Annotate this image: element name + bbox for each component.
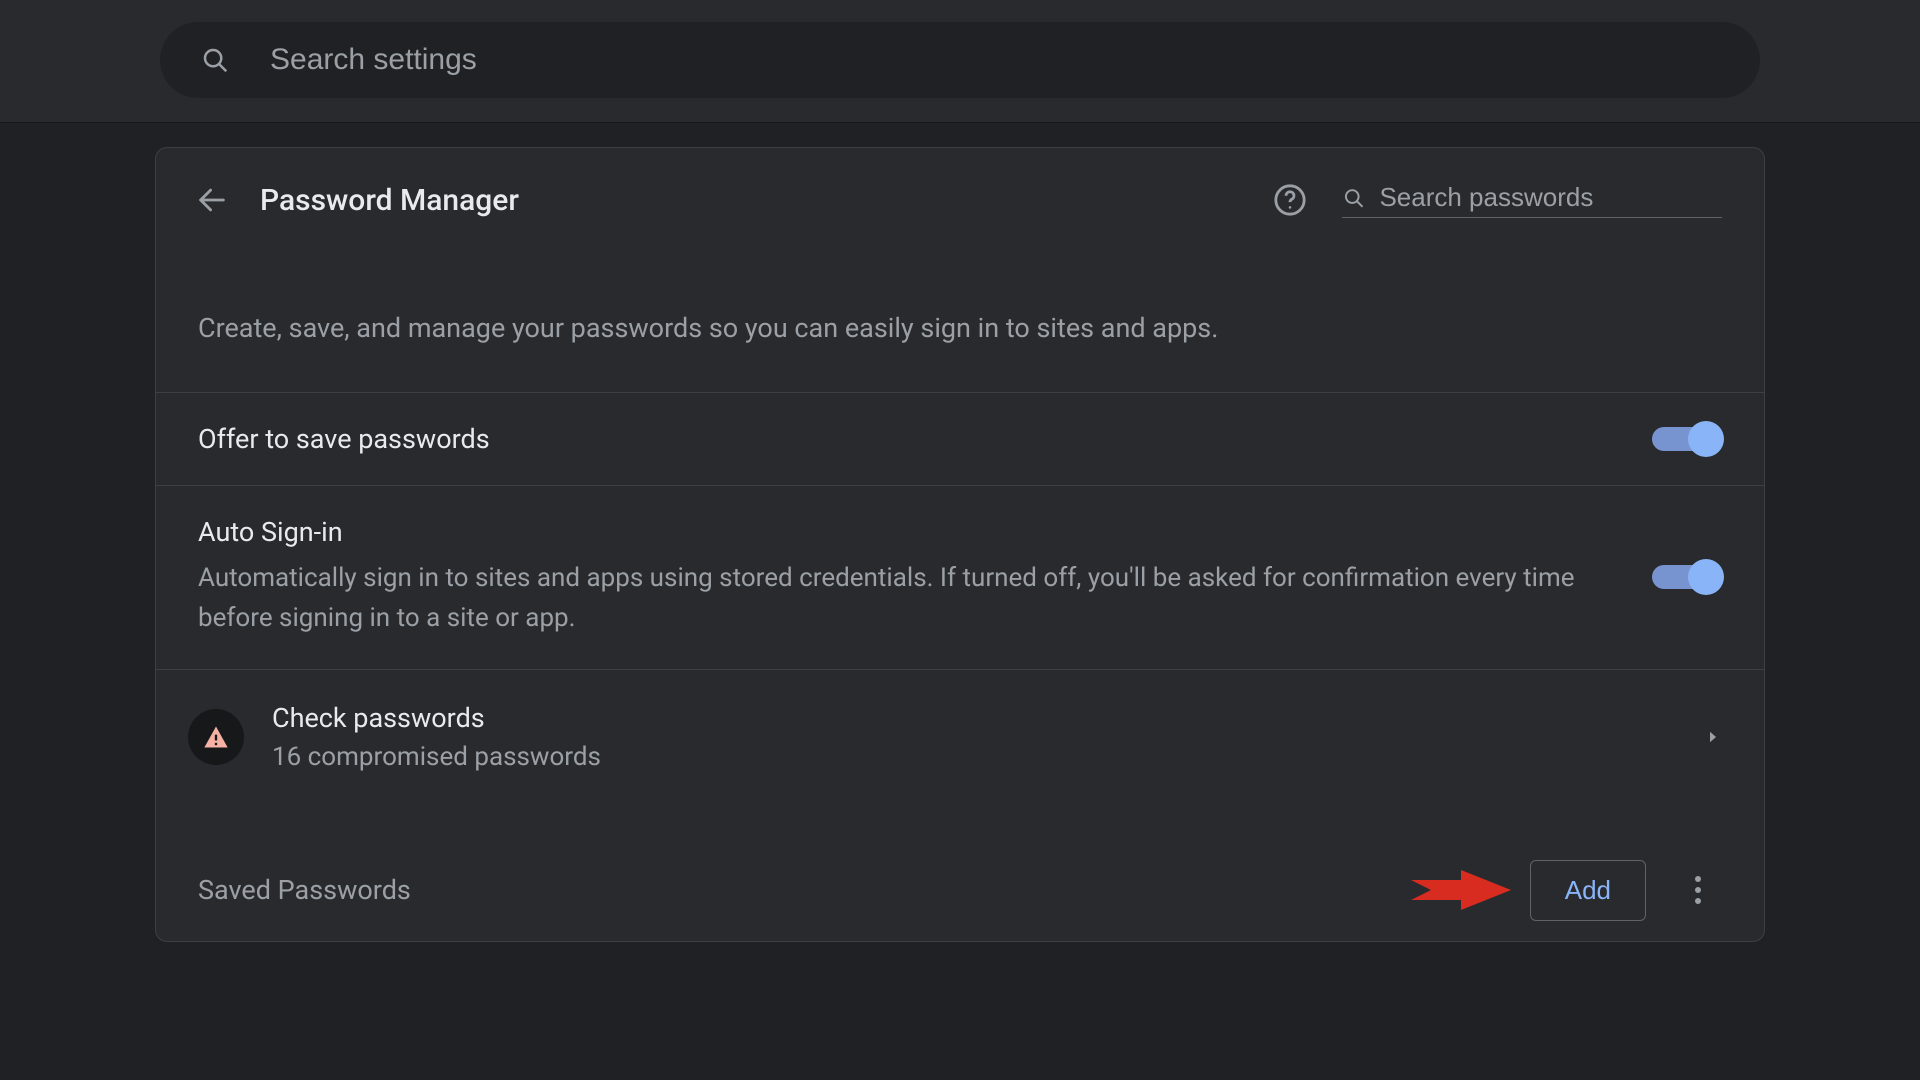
search-icon: [1342, 185, 1365, 211]
auto-signin-description: Automatically sign in to sites and apps …: [198, 558, 1612, 639]
offer-save-toggle[interactable]: [1652, 427, 1722, 451]
saved-passwords-header: Saved Passwords Add: [156, 804, 1764, 941]
back-button[interactable]: [188, 176, 236, 224]
arrow-left-icon: [195, 183, 229, 217]
auto-signin-row: Auto Sign-in Automatically sign in to si…: [156, 485, 1764, 669]
panel-header: Password Manager: [156, 148, 1764, 252]
red-arrow-icon: [1406, 865, 1516, 915]
add-password-button[interactable]: Add: [1530, 860, 1646, 921]
settings-search-input[interactable]: [270, 43, 1720, 77]
offer-save-title: Offer to save passwords: [198, 423, 1612, 455]
help-button[interactable]: [1266, 176, 1314, 224]
toggle-knob: [1688, 559, 1724, 595]
more-vertical-icon: [1694, 875, 1702, 905]
toggle-knob: [1688, 421, 1724, 457]
check-passwords-title: Check passwords: [272, 702, 1704, 734]
auto-signin-title: Auto Sign-in: [198, 516, 1612, 548]
help-icon: [1273, 183, 1307, 217]
more-options-button[interactable]: [1674, 866, 1722, 914]
annotation-arrow: [1406, 865, 1516, 915]
password-manager-panel: Password Manager Create, save, and manag…: [155, 147, 1765, 942]
search-icon: [200, 45, 230, 75]
warning-icon: [202, 723, 230, 751]
check-passwords-sub: 16 compromised passwords: [272, 742, 1704, 772]
settings-search-bar[interactable]: [160, 22, 1760, 98]
check-passwords-row[interactable]: Check passwords 16 compromised passwords: [156, 669, 1764, 804]
password-search-input[interactable]: [1379, 182, 1722, 213]
chevron-right-icon: [1704, 728, 1722, 746]
page-title: Password Manager: [260, 183, 519, 218]
page-description: Create, save, and manage your passwords …: [156, 252, 1764, 392]
top-search-bar-container: [0, 0, 1920, 123]
saved-passwords-title: Saved Passwords: [198, 874, 1406, 906]
auto-signin-toggle[interactable]: [1652, 565, 1722, 589]
password-search-container[interactable]: [1342, 182, 1722, 218]
offer-save-passwords-row: Offer to save passwords: [156, 392, 1764, 485]
warning-badge: [188, 709, 244, 765]
